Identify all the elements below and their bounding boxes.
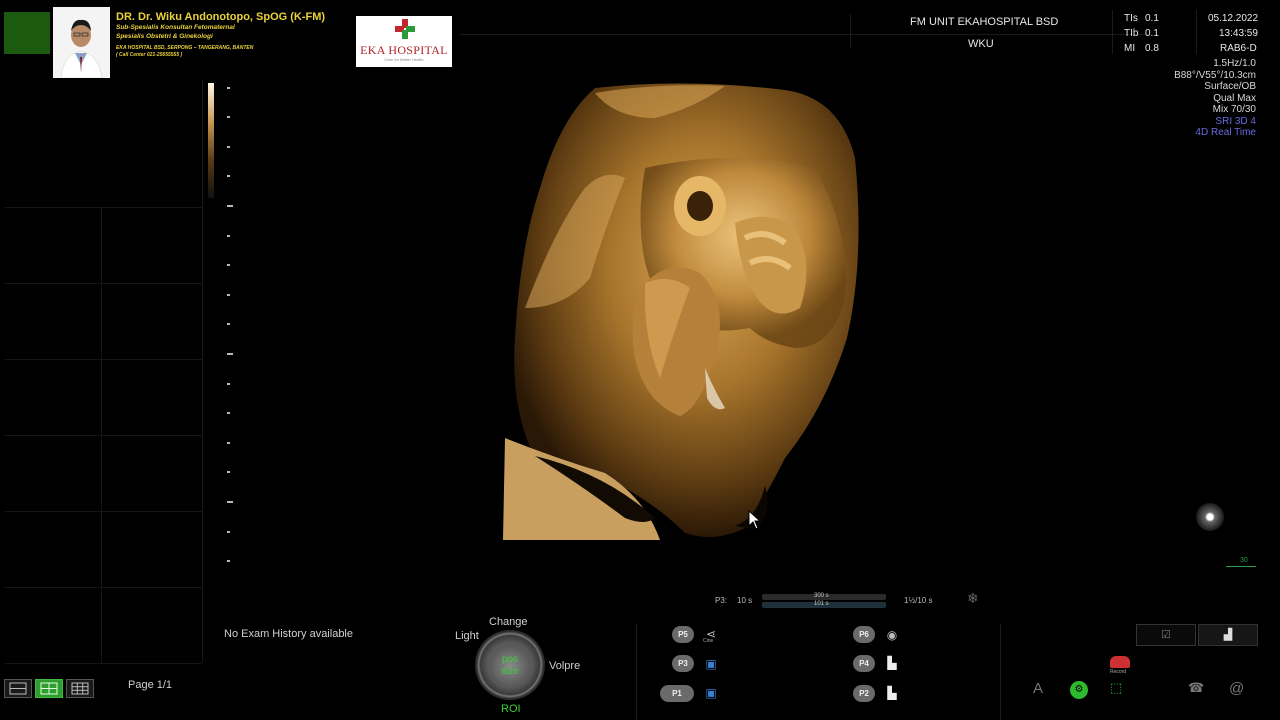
save-disk-icon-2[interactable]: ▣ — [703, 685, 719, 701]
preset-p1-button[interactable]: P1 — [660, 685, 694, 702]
header-separator — [1196, 10, 1197, 54]
grid-line — [5, 207, 202, 208]
status-ok-icon[interactable]: ⚙ — [1070, 681, 1088, 699]
annotation-key[interactable]: A — [1033, 680, 1043, 697]
save-disk-icon[interactable]: ▣ — [703, 656, 719, 672]
tis-label: TIs — [1124, 13, 1138, 24]
grid-line — [5, 435, 202, 436]
record-disc-icon[interactable]: ◉ — [884, 627, 900, 643]
grid-line — [5, 663, 202, 664]
layout-2x2-button[interactable] — [35, 679, 63, 698]
tis-value: 0.1 — [1145, 13, 1159, 24]
header-separator — [850, 14, 851, 48]
phone-icon[interactable]: ☎ — [1188, 680, 1204, 696]
page-indicator: Page 1/1 — [128, 679, 173, 691]
freeze-icon[interactable]: ❄ — [967, 590, 979, 607]
operator-id: WKU — [968, 38, 994, 50]
tib-value: 0.1 — [1145, 28, 1159, 39]
cine-progress-bar-2[interactable]: 101 s — [762, 601, 886, 608]
grid-line — [5, 587, 202, 588]
doctor-name: DR. Dr. Wiku Andonotopo, SpOG (K-FM) — [116, 11, 326, 23]
frequency: 1.5Hz/1.0 — [1213, 58, 1256, 69]
hospital-logo: EKA HOSPITAL Care for Better Health — [356, 16, 452, 67]
header-divider — [460, 34, 1150, 35]
knob-label-roi: ROI — [501, 703, 521, 715]
checklist-button[interactable]: ☑ — [1136, 624, 1196, 646]
cine-p3-label: P3: — [715, 596, 728, 605]
pos-size-knob[interactable]: pos size — [491, 647, 529, 685]
doctor-photo — [53, 7, 110, 78]
mini-marker-line — [1226, 566, 1256, 567]
tib-label: TIb — [1124, 28, 1139, 39]
cine-bar-top-label: 300 s — [814, 593, 829, 599]
color-map-bar — [208, 83, 214, 198]
cine-p3-value: 10 s — [737, 596, 753, 605]
mi-value: 0.8 — [1145, 43, 1159, 54]
grid-line — [5, 359, 202, 360]
angles-depth: B88°/V55°/10.3cm — [1174, 69, 1256, 81]
exam-history-text: No Exam History available — [224, 628, 353, 640]
exam-date: 05.12.2022 — [1208, 13, 1259, 24]
grid-line — [202, 80, 203, 663]
doctor-info: DR. Dr. Wiku Andonotopo, SpOG (K-FM) Sub… — [116, 11, 346, 59]
probe-connected-icon[interactable]: ⬚ — [1110, 680, 1122, 696]
doctor-specialty-1: Sub-Spesialis Konsultan Fetomaternal — [116, 24, 235, 31]
exam-time: 13:43:59 — [1219, 28, 1258, 39]
print-icon[interactable]: ▙ — [884, 655, 900, 671]
cine-progress-bar[interactable]: 300 s — [762, 593, 886, 600]
probe-name: RAB6-D — [1220, 43, 1257, 54]
knob-center-size: size — [501, 666, 519, 677]
quality: Qual Max — [1213, 92, 1256, 104]
render-mode: Surface/OB — [1204, 81, 1256, 92]
doctor-specialty-2: Spesialis Obstetri & Ginekologi — [116, 33, 213, 40]
grid-line — [5, 283, 202, 284]
mi-label: MI — [1124, 43, 1136, 54]
email-key[interactable]: @ — [1229, 680, 1244, 697]
preset-p4-button[interactable]: P4 — [853, 655, 875, 672]
record-label: Record — [1110, 669, 1127, 675]
chart-button[interactable]: ▟ — [1198, 624, 1258, 646]
mouse-cursor-icon — [748, 510, 762, 530]
grid-line — [101, 207, 102, 663]
preset-p5-button[interactable]: P5 — [672, 626, 694, 643]
preset-p6-button[interactable]: P6 — [853, 626, 875, 643]
status-square — [4, 12, 50, 54]
cine-icon-label: Cine — [703, 638, 714, 644]
hospital-cross-icon — [395, 19, 415, 39]
doctor-address: EKA HOSPITAL BSD, SERPONG – TANGERANG, B… — [116, 45, 254, 51]
ultrasound-3d-render — [503, 83, 859, 540]
knob-label-change: Change — [489, 616, 528, 628]
light-source-icon[interactable] — [1196, 503, 1224, 531]
imaging-mode: 4D Real Time — [1195, 127, 1256, 138]
unit-name: FM UNIT EKAHOSPITAL BSD — [910, 16, 1059, 28]
cine-ratio: 1½/10 s — [904, 596, 933, 605]
header-separator — [1112, 10, 1113, 54]
layout-1x2-button[interactable] — [4, 679, 32, 698]
grid-line — [5, 511, 202, 512]
mini-marker: 30 — [1240, 557, 1248, 564]
preset-p3-button[interactable]: P3 — [672, 655, 694, 672]
hospital-tagline: Care for Better Health — [384, 57, 424, 62]
doctor-callcenter: ( Call Center 021-25655555 ) — [116, 52, 183, 58]
record-icon[interactable] — [1110, 656, 1130, 668]
print-icon-2[interactable]: ▙ — [884, 685, 900, 701]
sri-setting: SRI 3D 4 — [1215, 115, 1256, 127]
mix-ratio: Mix 70/30 — [1212, 104, 1256, 115]
cine-bar-bottom-label: 101 s — [814, 601, 829, 607]
knob-label-light: Light — [455, 630, 479, 642]
knob-label-volpre: Volpre — [549, 660, 581, 672]
layout-3x3-button[interactable] — [66, 679, 94, 698]
panel-separator — [1000, 624, 1001, 720]
acquisition-info: 1.5Hz/1.0 B88°/V55°/10.3cm Surface/OB Qu… — [1174, 58, 1256, 139]
panel-separator — [636, 624, 637, 720]
hospital-name: EKA HOSPITAL — [360, 43, 448, 57]
preset-p2-button[interactable]: P2 — [853, 685, 875, 702]
knob-center-pos: pos — [501, 654, 519, 665]
